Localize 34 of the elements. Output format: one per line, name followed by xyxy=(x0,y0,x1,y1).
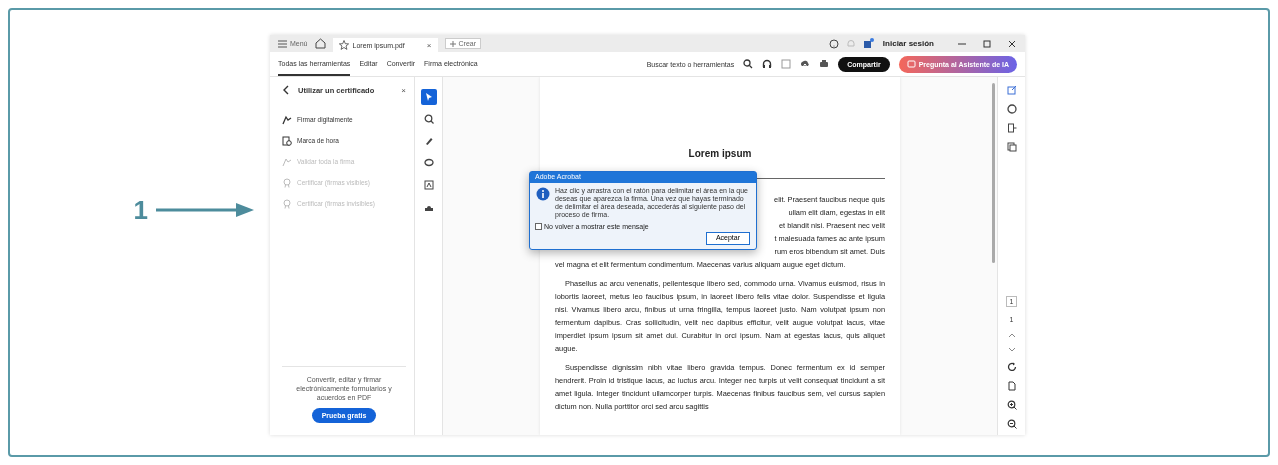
chat-icon xyxy=(906,59,916,69)
select-tool-icon[interactable] xyxy=(420,89,437,105)
close-icon[interactable] xyxy=(1007,38,1017,49)
apps-icon[interactable] xyxy=(862,38,874,49)
pages-icon[interactable] xyxy=(1006,142,1017,152)
print-icon[interactable] xyxy=(819,59,830,69)
menu-icon xyxy=(278,39,287,48)
zoom-in-icon[interactable] xyxy=(1006,400,1017,410)
arrow-icon xyxy=(156,202,256,218)
star-icon[interactable] xyxy=(338,40,349,50)
chevron-down-icon[interactable] xyxy=(1007,347,1016,353)
scrollbar[interactable] xyxy=(992,83,995,263)
info-icon xyxy=(536,186,550,201)
home-icon[interactable] xyxy=(314,38,326,49)
help-icon[interactable] xyxy=(828,38,839,49)
back-icon[interactable] xyxy=(282,85,290,95)
step-number: 1 xyxy=(133,194,148,226)
sign-in-button[interactable]: Iniciar sesión xyxy=(880,39,942,48)
export-icon[interactable] xyxy=(1006,123,1017,133)
edit-icon[interactable] xyxy=(1006,85,1017,95)
headphones-icon[interactable] xyxy=(762,59,773,69)
rotate-icon[interactable] xyxy=(1006,362,1017,372)
plus-icon xyxy=(449,40,456,47)
search-icon[interactable] xyxy=(743,59,754,69)
upload-icon[interactable] xyxy=(800,59,811,69)
timestamp-icon xyxy=(282,135,292,146)
close-panel-button[interactable]: × xyxy=(401,85,406,95)
sign-icon xyxy=(282,114,292,125)
chevron-up-icon[interactable] xyxy=(1007,332,1016,338)
document-title: Lorem ipsum xyxy=(687,147,753,160)
restore-icon[interactable] xyxy=(982,38,992,49)
close-tab-button[interactable]: × xyxy=(426,40,432,50)
document-icon[interactable] xyxy=(1006,381,1017,391)
zoom-out-icon[interactable] xyxy=(1006,419,1017,429)
